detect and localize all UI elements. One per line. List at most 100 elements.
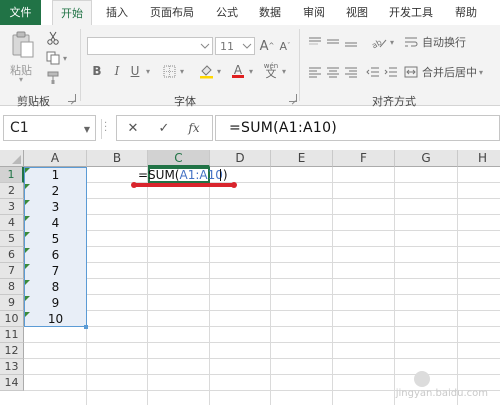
tab-view[interactable]: 视图 — [340, 0, 374, 25]
cell-a1[interactable]: 1 — [24, 167, 87, 183]
tab-data[interactable]: 数据 — [253, 0, 287, 25]
font-size-value: 11 — [220, 40, 234, 53]
cell-a4[interactable]: 4 — [24, 215, 87, 231]
bold-button[interactable]: B — [88, 62, 106, 80]
tab-page-layout[interactable]: 页面布局 — [144, 0, 200, 25]
row-header-13[interactable]: 13 — [0, 359, 24, 375]
font-color-button[interactable]: A — [229, 62, 247, 80]
align-left-icon[interactable] — [306, 63, 324, 81]
chevron-down-icon[interactable]: ▾ — [247, 62, 255, 80]
column-header-a[interactable]: A — [24, 150, 87, 167]
splitter-handle[interactable]: · · · — [104, 119, 107, 137]
row-header-6[interactable]: 6 — [0, 247, 24, 263]
cell-a2[interactable]: 2 — [24, 183, 87, 199]
tab-home[interactable]: 开始 — [52, 0, 92, 26]
borders-icon[interactable] — [160, 62, 178, 80]
row-header-2[interactable]: 2 — [0, 183, 24, 199]
align-bottom-icon[interactable] — [342, 33, 360, 51]
merge-center-button[interactable]: 合并后居中 ▾ — [404, 63, 483, 81]
column-header-e[interactable]: E — [271, 150, 333, 167]
annotation-underline — [133, 183, 234, 187]
worksheet-grid[interactable]: A B C D E F G H 1 2 3 4 5 6 7 8 9 10 11 12 13 14 =SUM(A1:A10)… — [0, 150, 500, 405]
align-middle-icon[interactable] — [324, 33, 342, 51]
phonetic-guide-button[interactable]: wén 文 — [262, 61, 280, 79]
cell-a10[interactable]: 10 — [24, 311, 87, 327]
copy-icon[interactable] — [44, 49, 62, 67]
row-header-14[interactable]: 14 — [0, 375, 24, 391]
row-header-10[interactable]: 10 — [0, 311, 24, 327]
error-indicator-icon — [25, 232, 30, 237]
tab-insert[interactable]: 插入 — [100, 0, 134, 25]
chevron-down-icon[interactable]: ▾ — [280, 62, 288, 80]
decrease-indent-icon[interactable] — [364, 63, 382, 81]
chevron-down-icon[interactable]: ▾ — [61, 49, 69, 67]
gridline — [24, 294, 500, 295]
chevron-down-icon[interactable]: ▾ — [178, 62, 186, 80]
chevron-down-icon: ▾ — [479, 67, 484, 77]
name-box[interactable]: C1 ▼ — [3, 115, 96, 141]
align-center-icon[interactable] — [324, 63, 342, 81]
formula-input[interactable]: =SUM(A1:A10) — [215, 115, 500, 141]
increase-font-size-button[interactable]: A ^ — [258, 37, 276, 55]
cell-a6[interactable]: 6 — [24, 247, 87, 263]
row-header-7[interactable]: 7 — [0, 263, 24, 279]
decrease-font-size-button[interactable]: Aˇ — [276, 37, 294, 55]
error-indicator-icon — [25, 312, 30, 317]
cancel-icon[interactable]: ✕ — [123, 119, 143, 137]
tab-developer[interactable]: 开发工具 — [383, 0, 439, 25]
chevron-down-icon[interactable]: ▾ — [388, 33, 396, 51]
tab-file[interactable]: 文件 — [0, 0, 41, 25]
cell-a3[interactable]: 3 — [24, 199, 87, 215]
column-header-g[interactable]: G — [395, 150, 458, 167]
wrap-text-button[interactable]: 自动换行 — [404, 33, 466, 51]
row-header-1[interactable]: 1 — [0, 167, 24, 183]
row-header-5[interactable]: 5 — [0, 231, 24, 247]
cell-c1-editor[interactable]: =SUM(A1:A10) — [138, 167, 228, 183]
insert-function-icon[interactable]: fx — [184, 119, 204, 137]
cell-a8[interactable]: 8 — [24, 279, 87, 295]
chevron-down-icon — [242, 43, 252, 49]
underline-button[interactable]: U — [126, 62, 144, 80]
align-top-icon[interactable] — [306, 33, 324, 51]
fill-color-icon[interactable] — [197, 62, 215, 80]
orientation-icon[interactable]: ab — [370, 33, 388, 51]
wrap-text-icon — [405, 37, 418, 47]
font-launcher-icon[interactable] — [289, 94, 297, 102]
column-header-f[interactable]: F — [333, 150, 395, 167]
select-all-button[interactable] — [0, 150, 24, 167]
error-indicator-icon — [25, 200, 30, 205]
divider — [101, 119, 102, 139]
error-indicator-icon — [25, 264, 30, 269]
tab-review[interactable]: 审阅 — [297, 0, 331, 25]
font-size-combo[interactable]: 11 — [215, 37, 255, 55]
paw-logo-icon — [414, 371, 430, 387]
column-header-h[interactable]: H — [458, 150, 500, 167]
format-painter-icon[interactable] — [44, 69, 62, 87]
cell-a7[interactable]: 7 — [24, 263, 87, 279]
italic-button[interactable]: I — [108, 62, 126, 80]
column-header-c[interactable]: C — [148, 150, 210, 167]
row-header-4[interactable]: 4 — [0, 215, 24, 231]
row-header-9[interactable]: 9 — [0, 295, 24, 311]
column-header-b[interactable]: B — [87, 150, 148, 167]
align-right-icon[interactable] — [342, 63, 360, 81]
chevron-down-icon[interactable]: ▾ — [215, 62, 223, 80]
paste-button[interactable]: 粘贴 ▾ — [6, 29, 40, 85]
clipboard-launcher-icon[interactable] — [68, 94, 76, 102]
cell-a9[interactable]: 9 — [24, 295, 87, 311]
row-header-3[interactable]: 3 — [0, 199, 24, 215]
increase-indent-icon[interactable] — [382, 63, 400, 81]
row-header-8[interactable]: 8 — [0, 279, 24, 295]
enter-icon[interactable]: ✓ — [154, 119, 174, 137]
cut-icon[interactable] — [44, 29, 62, 47]
tab-formulas[interactable]: 公式 — [210, 0, 244, 25]
chevron-down-icon[interactable]: ▾ — [144, 62, 152, 80]
font-name-combo[interactable] — [87, 37, 213, 55]
row-header-12[interactable]: 12 — [0, 343, 24, 359]
tab-help[interactable]: 帮助 — [449, 0, 483, 25]
gridline — [24, 246, 500, 247]
row-header-11[interactable]: 11 — [0, 327, 24, 343]
column-header-d[interactable]: D — [210, 150, 271, 167]
cell-a5[interactable]: 5 — [24, 231, 87, 247]
chevron-down-icon — [200, 43, 210, 49]
